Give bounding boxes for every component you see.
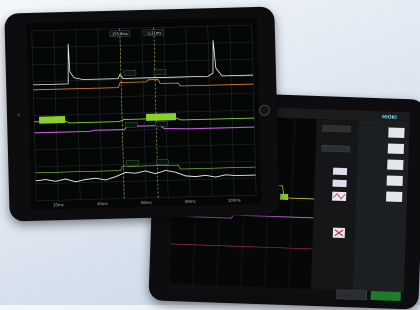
back-green-marker	[280, 193, 289, 201]
scope-screen: 153.8ms -1.21ms 20ms 40ms 60ms 80ms 100ms	[26, 16, 262, 210]
right-panel-button[interactable]	[387, 159, 404, 171]
scope-grid	[31, 24, 257, 201]
ch5-marker-b	[156, 159, 169, 165]
ch3-marker-b	[155, 121, 168, 127]
setting-icon-2[interactable]	[332, 179, 347, 188]
cursor-b-readout: -1.21ms	[147, 31, 162, 35]
ok-button[interactable]	[370, 290, 401, 302]
time-label: 40ms	[97, 201, 108, 206]
right-panel-button[interactable]	[386, 191, 403, 203]
time-label: 60ms	[141, 200, 152, 205]
ch3-marker-a	[125, 121, 138, 128]
time-axis-labels: 20ms 40ms 60ms 80ms 100ms	[53, 197, 241, 207]
hioki-logo: HIOKI	[382, 114, 397, 121]
trace-ch3-green-block-2	[145, 113, 177, 121]
setting-icon-1[interactable]	[332, 167, 348, 176]
cursor-a-readout: 153.8ms	[112, 32, 128, 36]
setting-field-2[interactable]	[321, 145, 351, 153]
time-label: 100ms	[228, 197, 241, 202]
right-panel-button[interactable]	[388, 127, 405, 139]
ch1-marker-a	[123, 69, 137, 76]
time-label: 20ms	[53, 202, 64, 207]
right-panel-button[interactable]	[387, 143, 405, 155]
front-tablet: 153.8ms -1.21ms 20ms 40ms 60ms 80ms 100ms	[4, 6, 280, 222]
camera-dot	[16, 113, 21, 117]
right-panel-button[interactable]	[386, 175, 403, 187]
ch1-marker-b	[153, 69, 167, 75]
ch5-marker-a	[126, 159, 139, 166]
home-button[interactable]	[258, 104, 271, 116]
cancel-button[interactable]	[336, 289, 368, 301]
setting-field-1[interactable]	[322, 125, 351, 133]
trace-ch3-green-block-1	[39, 116, 66, 124]
time-label: 80ms	[185, 199, 196, 204]
waveform-plot[interactable]: 153.8ms -1.21ms 20ms 40ms 60ms 80ms 100ms	[27, 17, 262, 210]
